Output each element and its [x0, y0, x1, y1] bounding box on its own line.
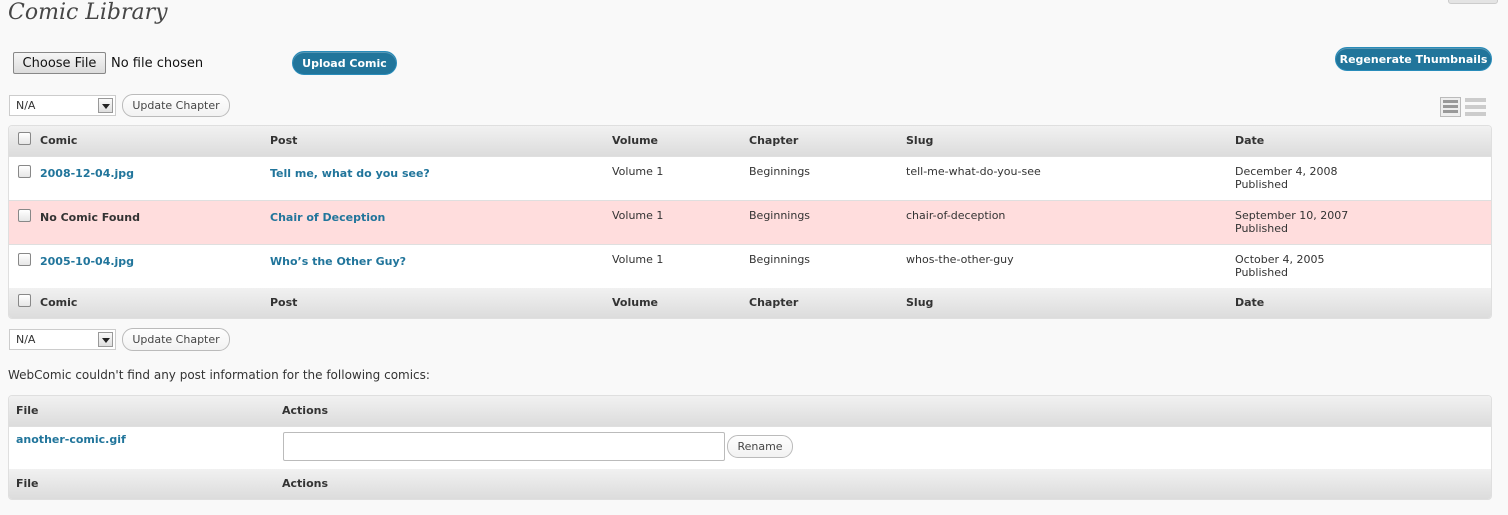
date-cell: September 10, 2007 [1235, 209, 1349, 222]
volume-cell: Volume 1 [612, 209, 664, 222]
volume-cell: Volume 1 [612, 253, 664, 266]
post-link[interactable]: Chair of Deception [270, 211, 385, 224]
rename-input[interactable] [283, 432, 725, 461]
table-row: No Comic Found Chair of Deception Volume… [9, 200, 1491, 244]
orphans-table: File Actions another-comic.gif Rename Fi… [8, 395, 1492, 500]
col-comic[interactable]: Comic [40, 126, 77, 156]
table-row: 2008-12-04.jpg Tell me, what do you see?… [9, 156, 1491, 200]
choose-file-button[interactable]: Choose File [13, 52, 106, 74]
col-slug[interactable]: Slug [906, 126, 933, 156]
chapter-cell: Beginnings [749, 253, 811, 266]
volume-cell: Volume 1 [612, 165, 664, 178]
status-cell: Published [1235, 178, 1288, 191]
col-volume[interactable]: Volume [612, 126, 658, 156]
no-comic-label: No Comic Found [40, 211, 140, 224]
table-header: Comic Post Volume Chapter Slug Date [9, 126, 1491, 156]
row-checkbox[interactable] [18, 165, 31, 178]
col-slug[interactable]: Slug [906, 288, 933, 318]
status-cell: Published [1235, 266, 1288, 279]
comic-link[interactable]: 2005-10-04.jpg [40, 255, 134, 268]
post-link[interactable]: Who’s the Other Guy? [270, 255, 406, 268]
col-date[interactable]: Date [1235, 288, 1264, 318]
date-cell: October 4, 2005 [1235, 253, 1325, 266]
comic-link[interactable]: 2008-12-04.jpg [40, 167, 134, 180]
select-arrow-icon[interactable] [98, 98, 113, 113]
chapter-select-value: N/A [16, 99, 36, 112]
file-status: No file chosen [111, 56, 204, 71]
slug-cell: whos-the-other-guy [906, 253, 1014, 266]
orphan-file-link[interactable]: another-comic.gif [16, 433, 126, 446]
col-post[interactable]: Post [270, 126, 297, 156]
rename-button[interactable]: Rename [727, 435, 793, 458]
screen-options-tab[interactable] [1448, 0, 1498, 4]
row-checkbox[interactable] [18, 253, 31, 266]
col-file: File [16, 404, 39, 417]
col-post[interactable]: Post [270, 288, 297, 318]
page-title: Comic Library [8, 0, 168, 25]
row-checkbox[interactable] [18, 209, 31, 222]
select-arrow-icon[interactable] [98, 332, 113, 347]
update-chapter-button-top[interactable]: Update Chapter [122, 94, 230, 117]
list-view-icon[interactable] [1465, 98, 1486, 118]
select-all-checkbox[interactable] [18, 132, 31, 145]
orphan-row: another-comic.gif Rename [9, 426, 1491, 469]
col-volume[interactable]: Volume [612, 288, 658, 318]
regenerate-thumbnails-button[interactable]: Regenerate Thumbnails [1335, 47, 1492, 71]
update-chapter-button-bottom[interactable]: Update Chapter [122, 328, 230, 351]
orphans-footer: File Actions [9, 469, 1491, 499]
date-cell: December 4, 2008 [1235, 165, 1338, 178]
upload-comic-button[interactable]: Upload Comic [292, 51, 397, 75]
orphan-notice: WebComic couldn't find any post informat… [8, 368, 430, 382]
col-chapter[interactable]: Chapter [749, 126, 798, 156]
table-row: 2005-10-04.jpg Who’s the Other Guy? Volu… [9, 244, 1491, 288]
chapter-select-value: N/A [16, 333, 36, 346]
chapter-cell: Beginnings [749, 165, 811, 178]
table-footer: Comic Post Volume Chapter Slug Date [9, 288, 1491, 318]
chapter-cell: Beginnings [749, 209, 811, 222]
col-chapter[interactable]: Chapter [749, 288, 798, 318]
chapter-select-top[interactable]: N/A [9, 95, 116, 116]
chapter-select-bottom[interactable]: N/A [9, 329, 116, 350]
select-all-checkbox-footer[interactable] [18, 294, 31, 307]
post-link[interactable]: Tell me, what do you see? [270, 167, 430, 180]
slug-cell: tell-me-what-do-you-see [906, 165, 1041, 178]
col-date[interactable]: Date [1235, 126, 1264, 156]
table-view-icon[interactable] [1440, 97, 1461, 117]
col-comic[interactable]: Comic [40, 288, 77, 318]
col-actions: Actions [282, 404, 328, 417]
col-actions: Actions [282, 477, 328, 490]
slug-cell: chair-of-deception [906, 209, 1006, 222]
comics-table: Comic Post Volume Chapter Slug Date 2008… [8, 125, 1492, 319]
col-file: File [16, 477, 39, 490]
status-cell: Published [1235, 222, 1288, 235]
orphans-header: File Actions [9, 396, 1491, 426]
